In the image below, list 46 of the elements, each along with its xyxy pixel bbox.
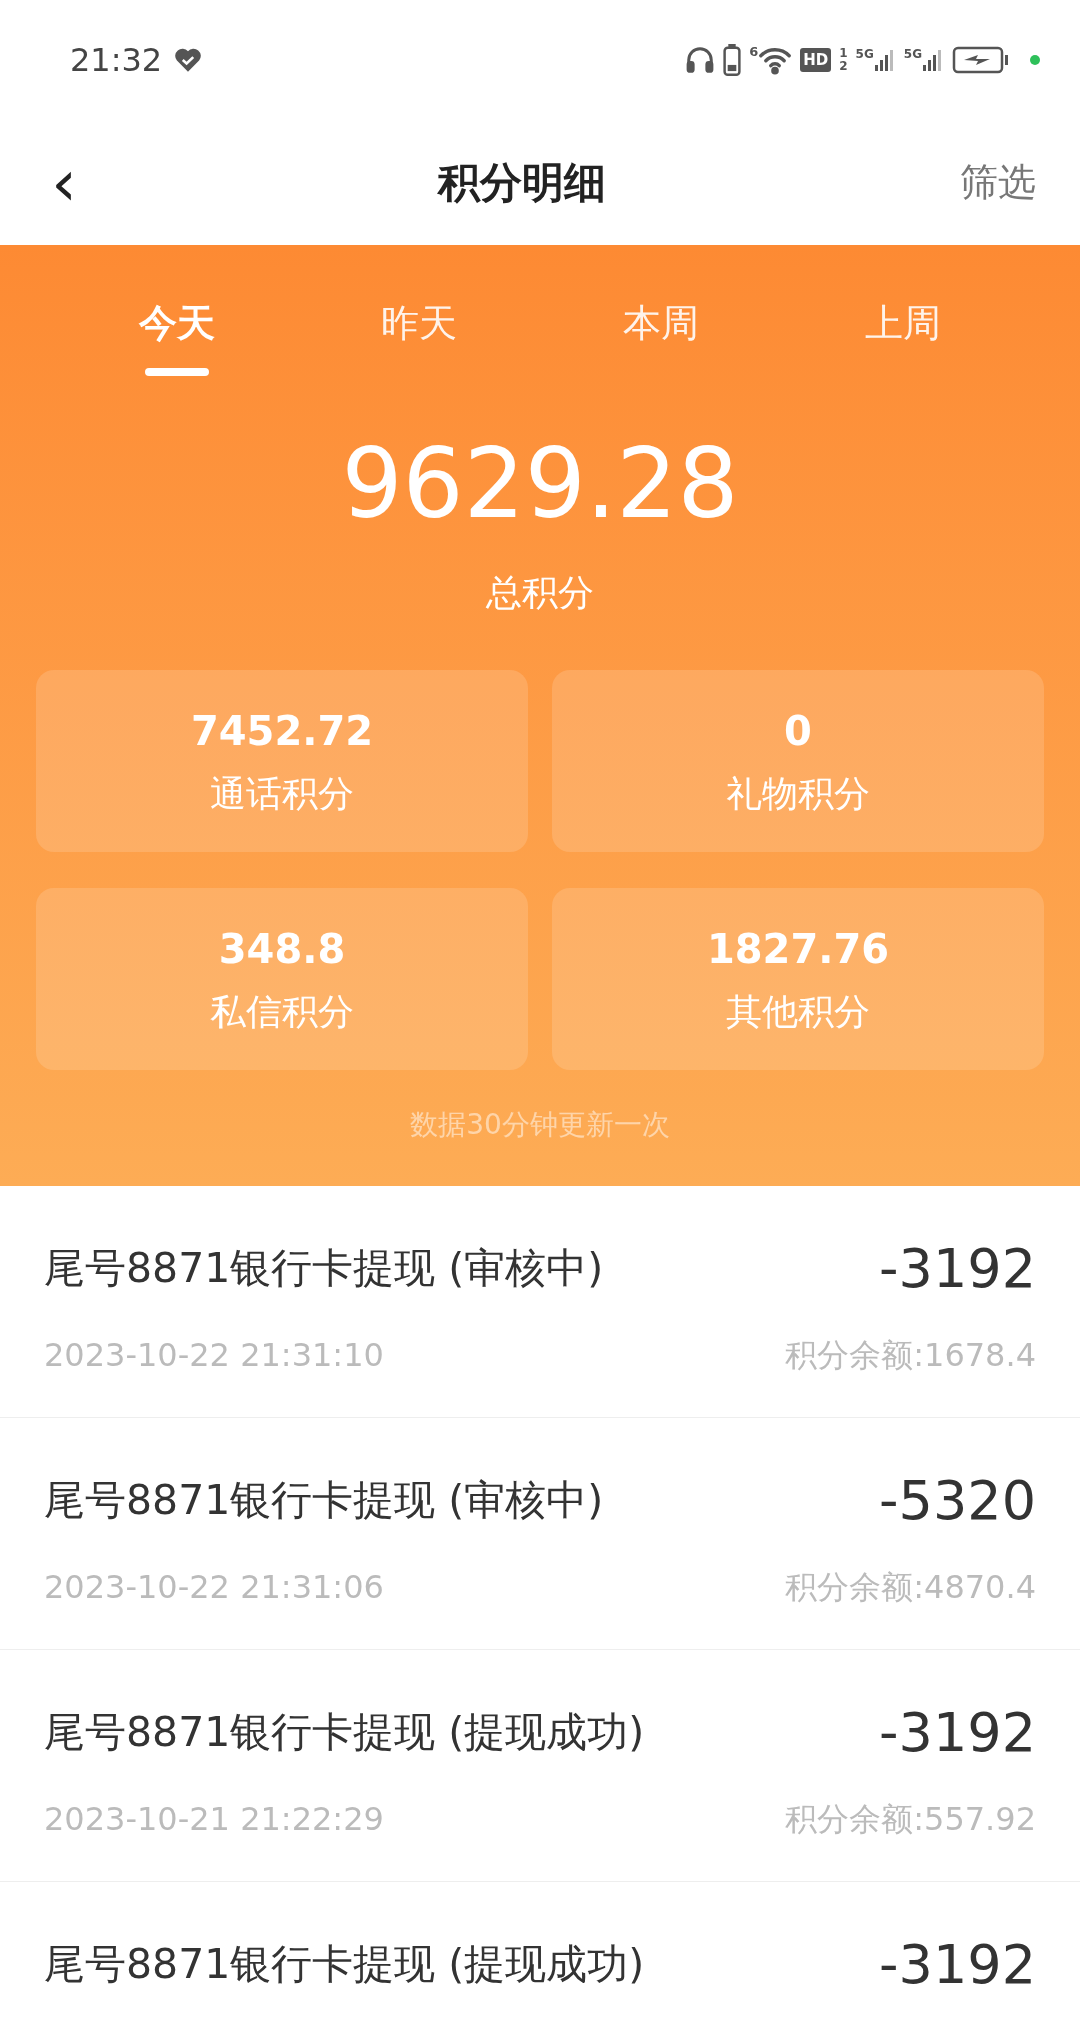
record-amount: -3192 xyxy=(879,1700,1036,1766)
total-points-value: 9629.28 xyxy=(341,436,739,532)
record-title: 尾号8871银行卡提现 (审核中) xyxy=(44,1474,604,1526)
points-value: 1827.76 xyxy=(706,925,890,974)
record-time: 2023-10-22 21:31:06 xyxy=(44,1567,384,1608)
record-amount: -3192 xyxy=(879,1236,1036,1302)
points-label: 私信积分 xyxy=(210,990,354,1034)
points-label: 通话积分 xyxy=(210,772,354,816)
points-label: 礼物积分 xyxy=(726,772,870,816)
network-type-label: 5G xyxy=(855,48,874,60)
record-title: 尾号8871银行卡提现 (审核中) xyxy=(44,1242,604,1294)
sim-slot-number: 2 xyxy=(839,60,848,73)
record-time: 2023-10-22 21:31:10 xyxy=(44,1335,384,1376)
back-button[interactable]: ‹ xyxy=(44,150,84,215)
hd-badge: HD xyxy=(800,48,832,72)
record-amount: -5320 xyxy=(879,1468,1036,1534)
heart-check-icon xyxy=(174,47,203,73)
points-value: 0 xyxy=(784,707,812,756)
device-battery-icon xyxy=(723,44,742,76)
battery-charging-icon xyxy=(952,45,1010,75)
page-title: 积分明细 xyxy=(438,157,606,209)
wifi-icon xyxy=(758,45,793,75)
points-value: 7452.72 xyxy=(190,707,374,756)
period-tab[interactable]: 昨天 xyxy=(381,295,457,376)
record-title: 尾号8871银行卡提现 (提现成功) xyxy=(44,1706,645,1758)
record-balance: 积分余额:557.92 xyxy=(785,1799,1036,1840)
period-tab[interactable]: 本周 xyxy=(623,295,699,376)
record-balance: 积分余额:4870.4 xyxy=(785,1567,1036,1608)
total-points-label: 总积分 xyxy=(486,571,594,615)
points-value: 348.8 xyxy=(218,925,346,974)
signal-icon xyxy=(873,48,896,72)
points-label: 其他积分 xyxy=(726,990,870,1034)
period-tab[interactable]: 今天 xyxy=(139,295,215,376)
record-time: 2023-10-21 21:22:29 xyxy=(44,1799,384,1840)
update-note: 数据30分钟更新一次 xyxy=(410,1107,670,1143)
record-title: 尾号8871银行卡提现 (提现成功) xyxy=(44,1938,645,1990)
network-type-label: 5G xyxy=(903,48,922,60)
sim-slot-number: 1 xyxy=(839,47,848,60)
signal-icon xyxy=(922,48,944,72)
period-tab[interactable]: 上周 xyxy=(865,295,941,376)
headphones-icon xyxy=(685,45,716,75)
filter-button[interactable]: 筛选 xyxy=(960,154,1036,211)
wifi-number-label: 6 xyxy=(749,45,759,58)
record-balance: 积分余额:1678.4 xyxy=(785,1335,1036,1376)
record-amount: -3192 xyxy=(879,1932,1036,1998)
clock-time: 21:32 xyxy=(70,40,163,81)
